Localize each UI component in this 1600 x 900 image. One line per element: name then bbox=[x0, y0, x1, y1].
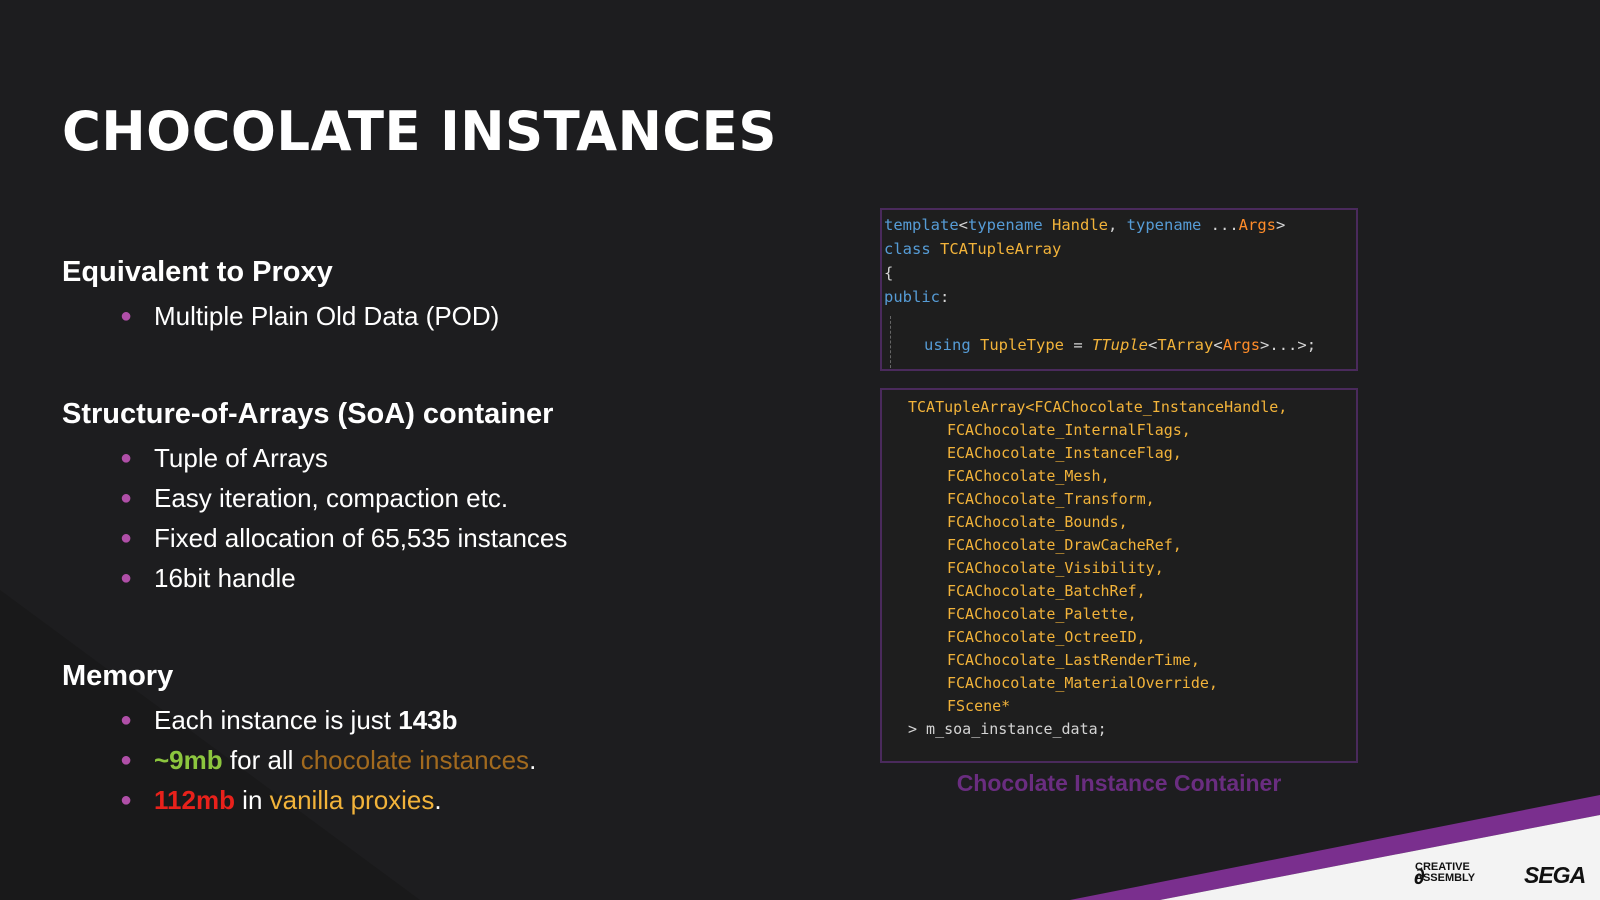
code-snippet-template: template<typename Handle, typename ...Ar… bbox=[880, 208, 1358, 371]
list-item: ● 112mb in vanilla proxies. bbox=[120, 780, 536, 820]
sega-logo: SEGA bbox=[1524, 862, 1586, 888]
code-line: FCAChocolate_Palette, bbox=[947, 605, 1137, 623]
list-item: ● ~9mb for all chocolate instances. bbox=[120, 740, 536, 780]
code-line: { bbox=[884, 264, 894, 282]
code-line: using TupleType = TTuple<TArray<Args>...… bbox=[924, 336, 1317, 354]
bullet-icon: ● bbox=[120, 527, 133, 549]
code-line: > m_soa_instance_data; bbox=[908, 720, 1107, 738]
code-line: TCATupleArray<FCAChocolate_InstanceHandl… bbox=[908, 398, 1288, 416]
code-line: FCAChocolate_MaterialOverride, bbox=[947, 674, 1218, 692]
code-line: FCAChocolate_Bounds, bbox=[947, 513, 1128, 531]
code-line: FCAChocolate_LastRenderTime, bbox=[947, 651, 1200, 669]
list-item: ● Easy iteration, compaction etc. bbox=[120, 478, 567, 518]
code-line: FCAChocolate_OctreeID, bbox=[947, 628, 1146, 646]
proxy-bullet-list: ● Multiple Plain Old Data (POD) bbox=[120, 296, 499, 336]
creative-assembly-logo: CREATIVE ASSEMBLY bbox=[1415, 861, 1476, 884]
heading-equivalent-to-proxy: Equivalent to Proxy bbox=[62, 256, 333, 288]
code-line: FCAChocolate_Visibility, bbox=[947, 559, 1164, 577]
code-line: class TCATupleArray bbox=[884, 240, 1062, 258]
code-line: FCAChocolate_DrawCacheRef, bbox=[947, 536, 1182, 554]
code-line: FCAChocolate_BatchRef, bbox=[947, 582, 1146, 600]
list-item: ● Each instance is just 143b bbox=[120, 700, 536, 740]
soa-bullet-list: ● Tuple of Arrays ● Easy iteration, compac… bbox=[120, 438, 567, 598]
bullet-icon: ● bbox=[120, 447, 133, 469]
code-caption: Chocolate Instance Container bbox=[956, 770, 1282, 796]
indent-guide bbox=[890, 316, 891, 368]
bullet-icon: ● bbox=[120, 749, 133, 771]
code-snippet-instance-container: TCATupleArray<FCAChocolate_InstanceHandl… bbox=[880, 388, 1358, 763]
code-line: FCAChocolate_InternalFlags, bbox=[947, 421, 1191, 439]
memory-bullet-list: ● Each instance is just 143b ● ~9mb for al… bbox=[120, 700, 536, 820]
bullet-icon: ● bbox=[120, 305, 133, 327]
bullet-icon: ● bbox=[120, 567, 133, 589]
code-line: template<typename Handle, typename ...Ar… bbox=[884, 216, 1286, 234]
bullet-icon: ● bbox=[120, 487, 133, 509]
bullet-icon: ● bbox=[120, 789, 133, 811]
bullet-icon: ● bbox=[120, 709, 133, 731]
code-line: FScene* bbox=[947, 697, 1011, 715]
heading-memory: Memory bbox=[62, 660, 174, 692]
list-item: ● Fixed allocation of 65,535 instances bbox=[120, 518, 567, 558]
list-item: ● Multiple Plain Old Data (POD) bbox=[120, 296, 499, 336]
code-line: FCAChocolate_Transform, bbox=[947, 490, 1155, 508]
code-line: ECAChocolate_InstanceFlag, bbox=[947, 444, 1182, 462]
code-line: public: bbox=[884, 288, 950, 306]
list-item: ● 16bit handle bbox=[120, 558, 567, 598]
code-line: FCAChocolate_Mesh, bbox=[947, 467, 1110, 485]
list-item: ● Tuple of Arrays bbox=[120, 438, 567, 478]
slide-title: CHOCOLATE INSTANCES bbox=[62, 100, 777, 163]
heading-soa-container: Structure-of-Arrays (SoA) container bbox=[62, 398, 554, 430]
